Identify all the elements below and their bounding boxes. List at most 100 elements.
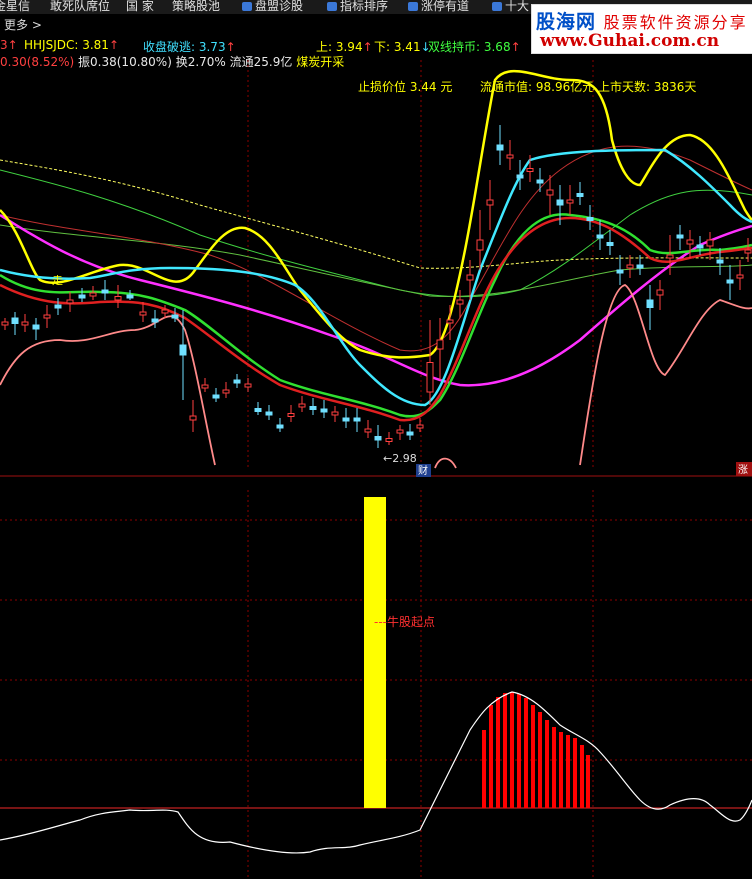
candle-body [626, 264, 634, 269]
toolbar-item-celue[interactable]: 策略股池 [172, 0, 220, 14]
candle-body [546, 189, 554, 196]
candle-body [446, 319, 454, 324]
more-button[interactable]: 更多 > [4, 16, 42, 33]
toolbar-item-panmeng-label: 盘盟诊股 [255, 0, 304, 13]
stripe-bar [545, 720, 549, 808]
toolbar-item-gansidui[interactable]: 敢死队席位 [50, 0, 110, 14]
candle-body [556, 199, 564, 206]
stripe-bar [586, 755, 590, 808]
candlestick-series [1, 125, 752, 448]
candle-body [320, 408, 328, 413]
stripe-bar [580, 745, 584, 808]
band-salmon-right [579, 284, 752, 466]
stripe-bar [538, 712, 542, 808]
toolbar-item-shida-label: 十大 [505, 0, 530, 13]
candle-body [456, 299, 464, 305]
stripe-bar [517, 694, 521, 808]
red-stripe-histogram [482, 692, 590, 808]
more-label: 更多 [4, 18, 29, 32]
niugu-annotation: ---牛股起点 [374, 614, 435, 629]
candle-body [506, 154, 514, 159]
candle-body [496, 144, 504, 151]
candle-body [353, 417, 361, 422]
toolbar-item-jinxing[interactable]: 金星信 [0, 0, 30, 14]
candle-body [101, 289, 109, 294]
candle-body [212, 394, 220, 399]
toolbar-item-guojia[interactable]: 国 家 [126, 0, 154, 14]
candle-body [331, 411, 339, 416]
candle-body [309, 406, 317, 410]
candle-body [646, 299, 654, 308]
ma-dotted-yellow [0, 159, 752, 269]
panmeng-icon [242, 2, 252, 11]
candle-body [179, 344, 187, 356]
candle-body [364, 428, 372, 433]
candle-body [666, 254, 674, 259]
candle-body [298, 403, 306, 408]
candle-body [396, 429, 404, 434]
candle-body [189, 415, 197, 421]
candle-body [706, 239, 714, 247]
ma-cyan [0, 148, 752, 407]
stripe-bar [503, 693, 507, 808]
low-price-marker: ←2.98 [383, 452, 417, 465]
candle-body [244, 383, 252, 388]
zou-label: 走 [52, 274, 63, 287]
candle-body [744, 249, 752, 254]
toolbar-item-shida[interactable]: 十大 [492, 0, 529, 14]
stripe-bar [531, 705, 535, 808]
candle-body [526, 168, 534, 172]
signal-bar [364, 497, 386, 808]
stripe-bar [559, 732, 563, 808]
shida-icon [492, 2, 502, 11]
candle-body [89, 292, 97, 297]
candle-body [716, 259, 724, 264]
candle-body [466, 274, 474, 281]
candle-body [385, 438, 393, 442]
toolbar-item-panmeng[interactable]: 盘盟诊股 [242, 0, 303, 14]
candle-body [78, 294, 86, 299]
stripe-bar [510, 692, 514, 808]
candle-body [406, 431, 414, 436]
toolbar-item-zhibiao[interactable]: 指标排序 [327, 0, 388, 14]
stripe-bar [524, 698, 528, 808]
ma-red-thick [0, 216, 752, 422]
candle-body [201, 384, 209, 389]
candle-body [576, 193, 584, 197]
candle-body [586, 217, 594, 221]
candle-body [151, 318, 159, 323]
price-chart[interactable]: 走 ←2.98 财 涨 ---牛股起点 [0, 34, 752, 879]
toolbar-item-zhangting-label: 涨停有道 [421, 0, 470, 13]
candle-body [416, 424, 424, 429]
logo-text-a: 股海网 [536, 11, 597, 33]
candle-body [11, 317, 19, 324]
zhang-badge[interactable]: 涨 [738, 464, 748, 476]
candle-body [486, 199, 494, 206]
cai-badge[interactable]: 财 [418, 464, 428, 477]
candle-body [114, 296, 122, 301]
candle-body [566, 199, 574, 204]
candle-body [736, 274, 744, 279]
candle-body [161, 309, 169, 314]
candle-body [43, 314, 51, 319]
candle-body [222, 389, 230, 394]
candle-body [374, 436, 382, 441]
candle-body [66, 299, 74, 304]
candle-body [476, 239, 484, 251]
candle-body [126, 294, 134, 299]
stripe-bar [482, 730, 486, 808]
candle-body [32, 324, 40, 330]
candle-body [254, 408, 262, 412]
candle-body [696, 244, 704, 249]
candle-body [536, 179, 544, 184]
toolbar-item-zhangting[interactable]: 涨停有道 [408, 0, 469, 14]
logo-text-b: 股票软件资源分享 [603, 13, 748, 32]
candle-body [596, 234, 604, 239]
candle-body [233, 379, 241, 384]
stripe-bar [496, 697, 500, 808]
candle-body [676, 234, 684, 239]
candle-body [287, 413, 295, 417]
band-salmon-mid [434, 457, 457, 469]
toolbar-item-zhibiao-label: 指标排序 [340, 0, 389, 13]
zhangting-icon [408, 2, 418, 11]
